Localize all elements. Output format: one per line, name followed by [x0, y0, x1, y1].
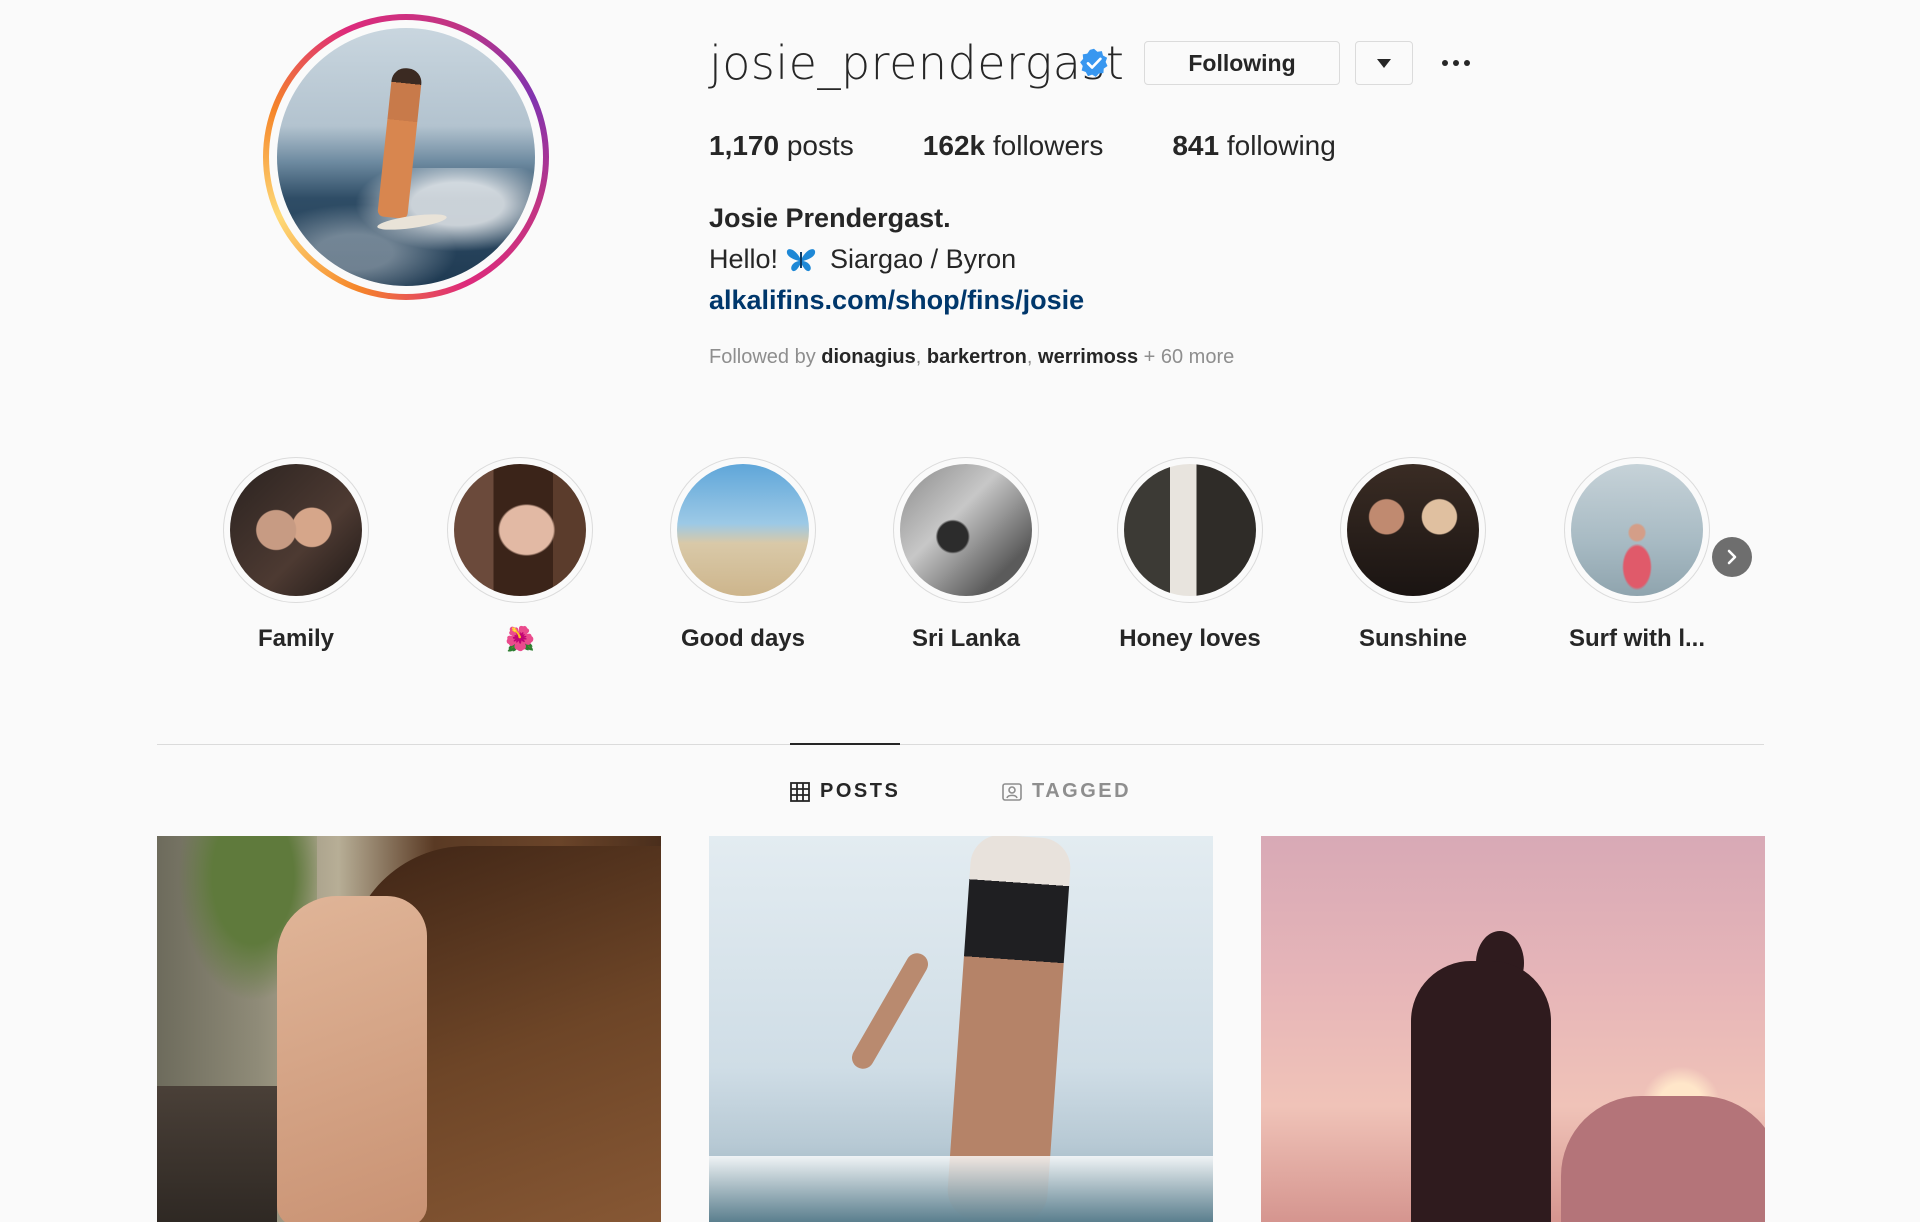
highlight-cover [900, 464, 1032, 596]
profile-avatar[interactable] [263, 14, 549, 300]
butterfly-emoji-icon [786, 248, 816, 271]
verified-badge-icon [1080, 48, 1108, 77]
highlights-next-button[interactable] [1712, 537, 1752, 577]
following-button[interactable]: Following [1144, 41, 1340, 85]
highlight-cover [1347, 464, 1479, 596]
more-options-icon[interactable] [1442, 58, 1470, 68]
following-link[interactable]: 841 following [1172, 130, 1335, 162]
active-tab-indicator [790, 743, 900, 745]
instagram-profile-page: josie_prendergast Following 1,170 posts … [0, 0, 1920, 1222]
followed-by-user[interactable]: barkertron [927, 346, 1027, 368]
story-highlight[interactable]: Family [221, 457, 371, 653]
profile-username: josie_prendergast [709, 36, 1125, 90]
highlight-cover [1571, 464, 1703, 596]
profile-full-name: Josie Prendergast. [709, 203, 951, 233]
tab-posts[interactable]: POSTS [790, 780, 900, 803]
bio-website-link[interactable]: alkalifins.com/shop/fins/josie [709, 285, 1084, 316]
tabs-divider [157, 744, 1764, 745]
highlight-label: Sri Lanka [911, 625, 1021, 652]
highlight-label: Honey loves [1119, 625, 1261, 652]
profile-stats: 1,170 posts 162k followers 841 following [709, 130, 1405, 162]
story-highlight[interactable]: Sunshine [1338, 457, 1488, 653]
post-thumbnail[interactable] [157, 836, 661, 1222]
post-thumbnail[interactable] [709, 836, 1213, 1222]
bio-greeting: Hello! [709, 244, 779, 274]
chevron-down-icon [1377, 58, 1391, 68]
bio-location: Siargao / Byron [830, 244, 1017, 274]
highlight-label: Sunshine [1358, 625, 1467, 652]
followed-by-line[interactable]: Followed by dionagius, barkertron, werri… [709, 346, 1234, 369]
avatar-border [269, 20, 543, 294]
suggestions-dropdown-button[interactable] [1355, 41, 1413, 85]
tab-posts-label: POSTS [820, 780, 901, 802]
tab-tagged[interactable]: TAGGED [1002, 780, 1131, 803]
highlight-label: Surf with l... [1569, 625, 1705, 652]
story-highlight[interactable]: Good days [668, 457, 818, 653]
post-thumbnail[interactable] [1261, 836, 1765, 1222]
avatar-photo [277, 28, 535, 286]
story-highlight[interactable]: Surf with l... [1562, 457, 1712, 653]
story-highlight[interactable]: 🌺 [445, 457, 595, 654]
grid-icon [790, 781, 810, 802]
posts-count: 1,170 posts [709, 130, 854, 161]
chevron-right-icon [1727, 549, 1737, 565]
story-highlight[interactable]: Honey loves [1115, 457, 1265, 653]
highlight-cover [230, 464, 362, 596]
highlight-label: 🌺 [505, 626, 535, 653]
followed-by-user[interactable]: dionagius [821, 346, 915, 368]
highlight-cover [1124, 464, 1256, 596]
followed-by-user[interactable]: werrimoss [1038, 346, 1138, 368]
story-highlight[interactable]: Sri Lanka [891, 457, 1041, 653]
highlight-cover [454, 464, 586, 596]
highlight-label: Good days [680, 625, 806, 652]
highlight-label: Family [257, 625, 335, 652]
highlight-cover [677, 464, 809, 596]
followers-link[interactable]: 162k followers [923, 130, 1104, 162]
tagged-user-icon [1002, 782, 1022, 801]
profile-bio: Hello! Siargao / Byron [709, 244, 1016, 275]
tab-tagged-label: TAGGED [1032, 780, 1132, 802]
